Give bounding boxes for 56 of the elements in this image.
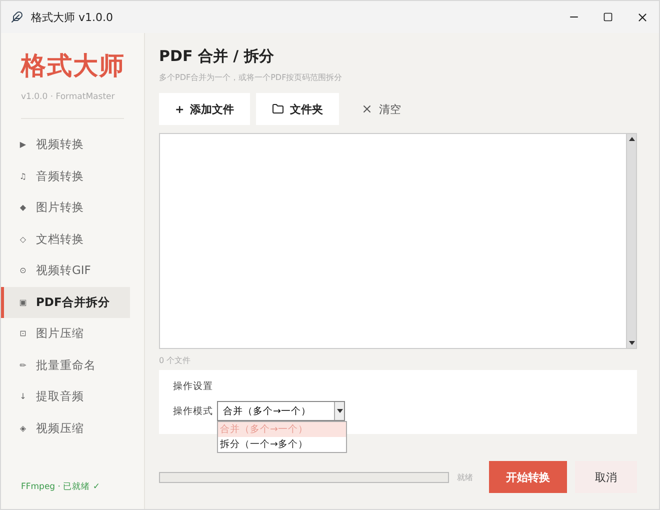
mode-label: 操作模式 bbox=[173, 404, 213, 418]
add-button[interactable]: + 添加文件 bbox=[159, 93, 250, 125]
item-label: 视频转换 bbox=[36, 137, 84, 152]
sidebar-item[interactable]: ◇ 文档转换 bbox=[1, 224, 130, 255]
scrollbar[interactable] bbox=[626, 134, 636, 348]
item-label: PDF合并拆分 bbox=[36, 294, 110, 310]
item-label: 图片转换 bbox=[36, 200, 84, 216]
item-icon: ♫ bbox=[18, 172, 28, 181]
item-label: 视频转GIF bbox=[36, 263, 91, 278]
sidebar-item[interactable]: ↓ 提取音频 bbox=[1, 381, 130, 412]
feather-icon bbox=[11, 11, 23, 23]
progress-status: 就绪 bbox=[457, 472, 473, 482]
sidebar-item[interactable]: ✏ 批量重命名 bbox=[1, 350, 130, 381]
item-label: 文档转换 bbox=[36, 232, 84, 247]
item-icon: ⊙ bbox=[18, 266, 28, 276]
sidebar-item[interactable]: ⊡ 图片压缩 bbox=[1, 318, 130, 350]
app-logo: 格式大师 bbox=[19, 50, 126, 82]
down-arrow-icon bbox=[628, 341, 634, 345]
up-arrow-icon bbox=[628, 137, 634, 141]
item-icon: ✏ bbox=[18, 360, 28, 370]
file-count: 0 个文件 bbox=[159, 355, 192, 366]
clear-button[interactable]: 清空 bbox=[345, 93, 418, 125]
ffmpeg-status: FFmpeg · 已就绪 ✓ bbox=[20, 481, 102, 493]
settings-title: 操作设置 bbox=[173, 380, 214, 393]
item-label: 视频压缩 bbox=[36, 420, 84, 436]
item-icon: ▶ bbox=[18, 140, 28, 150]
sidebar-item[interactable]: ⊙ 视频转GIF bbox=[1, 255, 130, 286]
page-subtitle: 多个PDF合并为一个，或将一个PDF按页码范围拆分 bbox=[159, 72, 344, 83]
item-icon: ⊡ bbox=[18, 329, 28, 338]
sidebar-item[interactable]: ◈ 视频压缩 bbox=[1, 412, 130, 444]
item-label: 音频转换 bbox=[36, 168, 84, 184]
folder-icon bbox=[272, 103, 284, 115]
maximize-icon bbox=[603, 12, 613, 22]
item-icon: ▣ bbox=[18, 298, 28, 307]
file-list[interactable] bbox=[159, 133, 637, 349]
item-icon: ◆ bbox=[18, 203, 28, 212]
page-title: PDF 合并 / 拆分 bbox=[159, 47, 275, 66]
item-icon: ◈ bbox=[18, 424, 28, 433]
close-icon bbox=[361, 103, 374, 115]
item-label: 图片压缩 bbox=[36, 326, 84, 342]
item-label: 提取音频 bbox=[36, 389, 84, 404]
folder-button[interactable]: 文件夹 bbox=[256, 93, 340, 125]
sidebar-item[interactable]: ♫ 音频转换 bbox=[1, 160, 130, 192]
sidebar-item[interactable]: ▣ PDF合并拆分 bbox=[1, 286, 130, 318]
start-button[interactable]: 开始转换 bbox=[489, 461, 567, 493]
sidebar-item[interactable]: ▶ 视频转换 bbox=[1, 129, 130, 160]
plus-icon: + bbox=[175, 102, 184, 116]
item-icon: ◇ bbox=[18, 234, 28, 244]
cancel-button[interactable]: 取消 bbox=[575, 461, 637, 493]
close-icon bbox=[636, 10, 648, 24]
version-text: v1.0.0 · FormatMaster bbox=[20, 92, 116, 102]
caret-icon bbox=[336, 409, 342, 413]
sidebar-item[interactable]: ◆ 图片转换 bbox=[1, 192, 130, 224]
item-label: 批量重命名 bbox=[36, 358, 96, 373]
window-title: 格式大师 v1.0.0 bbox=[31, 10, 114, 24]
item-icon: ↓ bbox=[18, 392, 28, 402]
